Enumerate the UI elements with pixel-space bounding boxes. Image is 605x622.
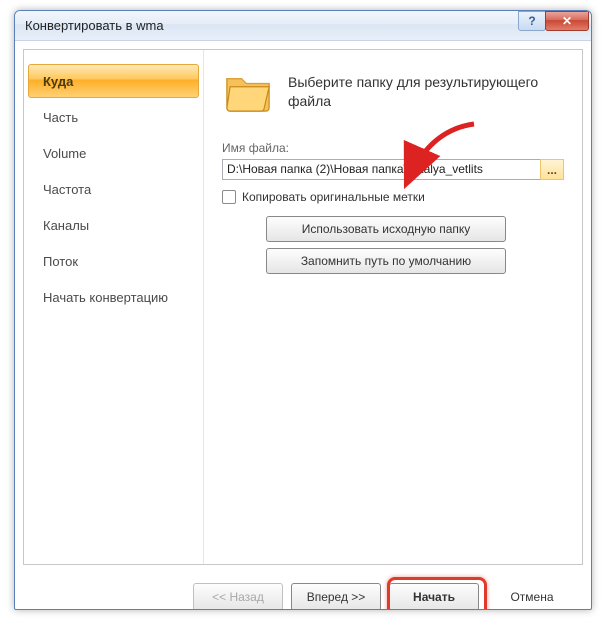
heading-row: Выберите папку для результирующего файла (222, 64, 564, 119)
browse-button[interactable]: ... (540, 159, 564, 180)
sidebar-item-label: Начать конвертацию (43, 290, 168, 305)
heading-line1: Выберите папку для результирующего (288, 73, 538, 91)
sidebar-item-label: Каналы (43, 218, 89, 233)
use-source-folder-button[interactable]: Использовать исходную папку (266, 216, 506, 242)
help-button[interactable]: ? (518, 11, 546, 31)
sidebar-item-stream[interactable]: Поток (28, 244, 199, 278)
file-label: Имя файла: (222, 141, 564, 155)
content-frame: Куда Часть Volume Частота Каналы Поток Н… (23, 49, 583, 565)
titlebar: Конвертировать в wma ? ✕ (15, 11, 591, 41)
button-bar: << Назад Вперед >> Начать Отмена (15, 573, 591, 610)
sidebar-item-label: Volume (43, 146, 86, 161)
start-button[interactable]: Начать (389, 583, 479, 610)
sidebar: Куда Часть Volume Частота Каналы Поток Н… (24, 50, 204, 564)
folder-icon (222, 64, 274, 119)
main-panel: Выберите папку для результирующего файла… (204, 50, 582, 564)
sidebar-item-label: Часть (43, 110, 78, 125)
remember-default-path-button[interactable]: Запомнить путь по умолчанию (266, 248, 506, 274)
sidebar-item-label: Частота (43, 182, 91, 197)
back-button: << Назад (193, 583, 283, 610)
file-path-row: D:\Новая папка (2)\Новая папка\natalya_v… (222, 159, 564, 180)
file-path-input[interactable]: D:\Новая папка (2)\Новая папка\natalya_v… (222, 159, 541, 180)
sidebar-item-frequency[interactable]: Частота (28, 172, 199, 206)
dialog-window: Конвертировать в wma ? ✕ Куда Часть Volu… (14, 10, 592, 610)
sidebar-item-channels[interactable]: Каналы (28, 208, 199, 242)
close-button[interactable]: ✕ (545, 11, 589, 31)
window-title: Конвертировать в wma (25, 18, 164, 33)
heading-text: Выберите папку для результирующего файла (288, 73, 538, 109)
folder-buttons: Использовать исходную папку Запомнить пу… (266, 216, 564, 274)
copy-tags-label: Копировать оригинальные метки (242, 190, 425, 204)
sidebar-item-start-conversion[interactable]: Начать конвертацию (28, 280, 199, 314)
sidebar-item-label: Куда (43, 74, 73, 89)
copy-tags-row[interactable]: Копировать оригинальные метки (222, 190, 564, 204)
sidebar-item-destination[interactable]: Куда (28, 64, 199, 98)
copy-tags-checkbox[interactable] (222, 190, 236, 204)
cancel-button[interactable]: Отмена (487, 583, 577, 610)
heading-line2: файла (288, 92, 538, 110)
sidebar-item-part[interactable]: Часть (28, 100, 199, 134)
window-controls: ? ✕ (519, 11, 589, 31)
forward-button[interactable]: Вперед >> (291, 583, 381, 610)
sidebar-item-label: Поток (43, 254, 78, 269)
sidebar-item-volume[interactable]: Volume (28, 136, 199, 170)
